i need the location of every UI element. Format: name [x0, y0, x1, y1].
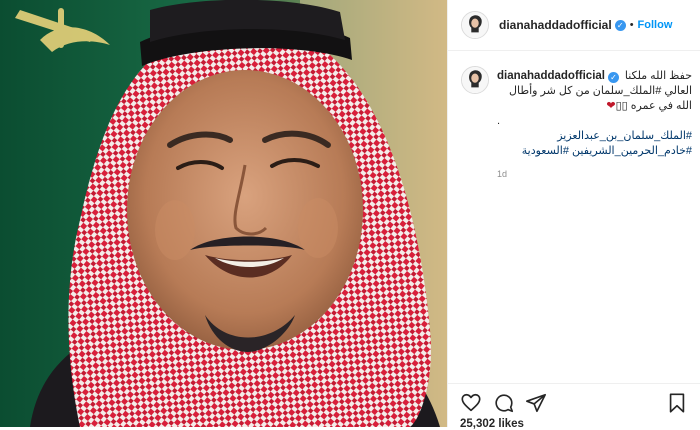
verified-badge-icon: ✓ — [614, 19, 626, 31]
heart-emoji-icon: ❤ — [606, 100, 616, 112]
hashtag-link[interactable]: #خادم_الحرمين_الشريفين — [572, 145, 692, 157]
caption-line: الله في عمره ▯▯❤ — [497, 99, 692, 114]
instagram-post: dianahaddadofficial ✓ • Follow dianahadd… — [0, 0, 700, 430]
caption-avatar[interactable] — [461, 66, 489, 94]
caption-text: حفظ الله ملكنا — [624, 70, 692, 82]
post-header: dianahaddadofficial ✓ • Follow — [448, 0, 700, 51]
caption: dianahaddadofficial ✓ حفظ الله ملكنا العا… — [448, 58, 700, 182]
hashtag-link[interactable]: #الملك_سلمان_بن_عبدالعزيز — [497, 129, 692, 144]
caption-body: dianahaddadofficial ✓ حفظ الله ملكنا العا… — [497, 69, 692, 182]
caption-text: الله في عمره — [630, 100, 692, 112]
post-side-panel: dianahaddadofficial ✓ • Follow dianahadd… — [447, 0, 700, 430]
caption-line: dianahaddadofficial ✓ حفظ الله ملكنا — [497, 69, 692, 84]
comment-icon[interactable] — [493, 392, 515, 414]
post-image[interactable] — [0, 0, 447, 427]
caption-text: العالي #الملك_سلمان من كل شر وأطال — [508, 85, 692, 97]
verified-badge-icon: ✓ — [608, 72, 619, 83]
hashtag-link[interactable]: #السعودية — [522, 145, 569, 157]
bookmark-icon[interactable] — [666, 392, 688, 414]
portrait-illustration — [0, 0, 447, 427]
avatar[interactable] — [461, 11, 489, 39]
avatar-icon — [462, 12, 488, 38]
paper-plane-icon[interactable] — [525, 392, 547, 414]
post-timestamp: 1d — [497, 169, 508, 179]
avatar-icon — [462, 67, 488, 93]
caption-username[interactable]: dianahaddadofficial — [497, 70, 605, 82]
likes-count[interactable]: 25,302 likes — [460, 418, 524, 430]
username[interactable]: dianahaddadofficial — [499, 18, 612, 32]
separator-dot: • — [629, 19, 634, 31]
hashtag-line: #خادم_الحرمين_الشريفين #السعودية — [497, 144, 692, 159]
caption-dot: . — [497, 115, 501, 127]
follow-button[interactable]: Follow — [638, 19, 673, 31]
heart-outline-icon[interactable] — [460, 392, 482, 414]
unsupported-glyphs: ▯▯ — [615, 100, 628, 112]
